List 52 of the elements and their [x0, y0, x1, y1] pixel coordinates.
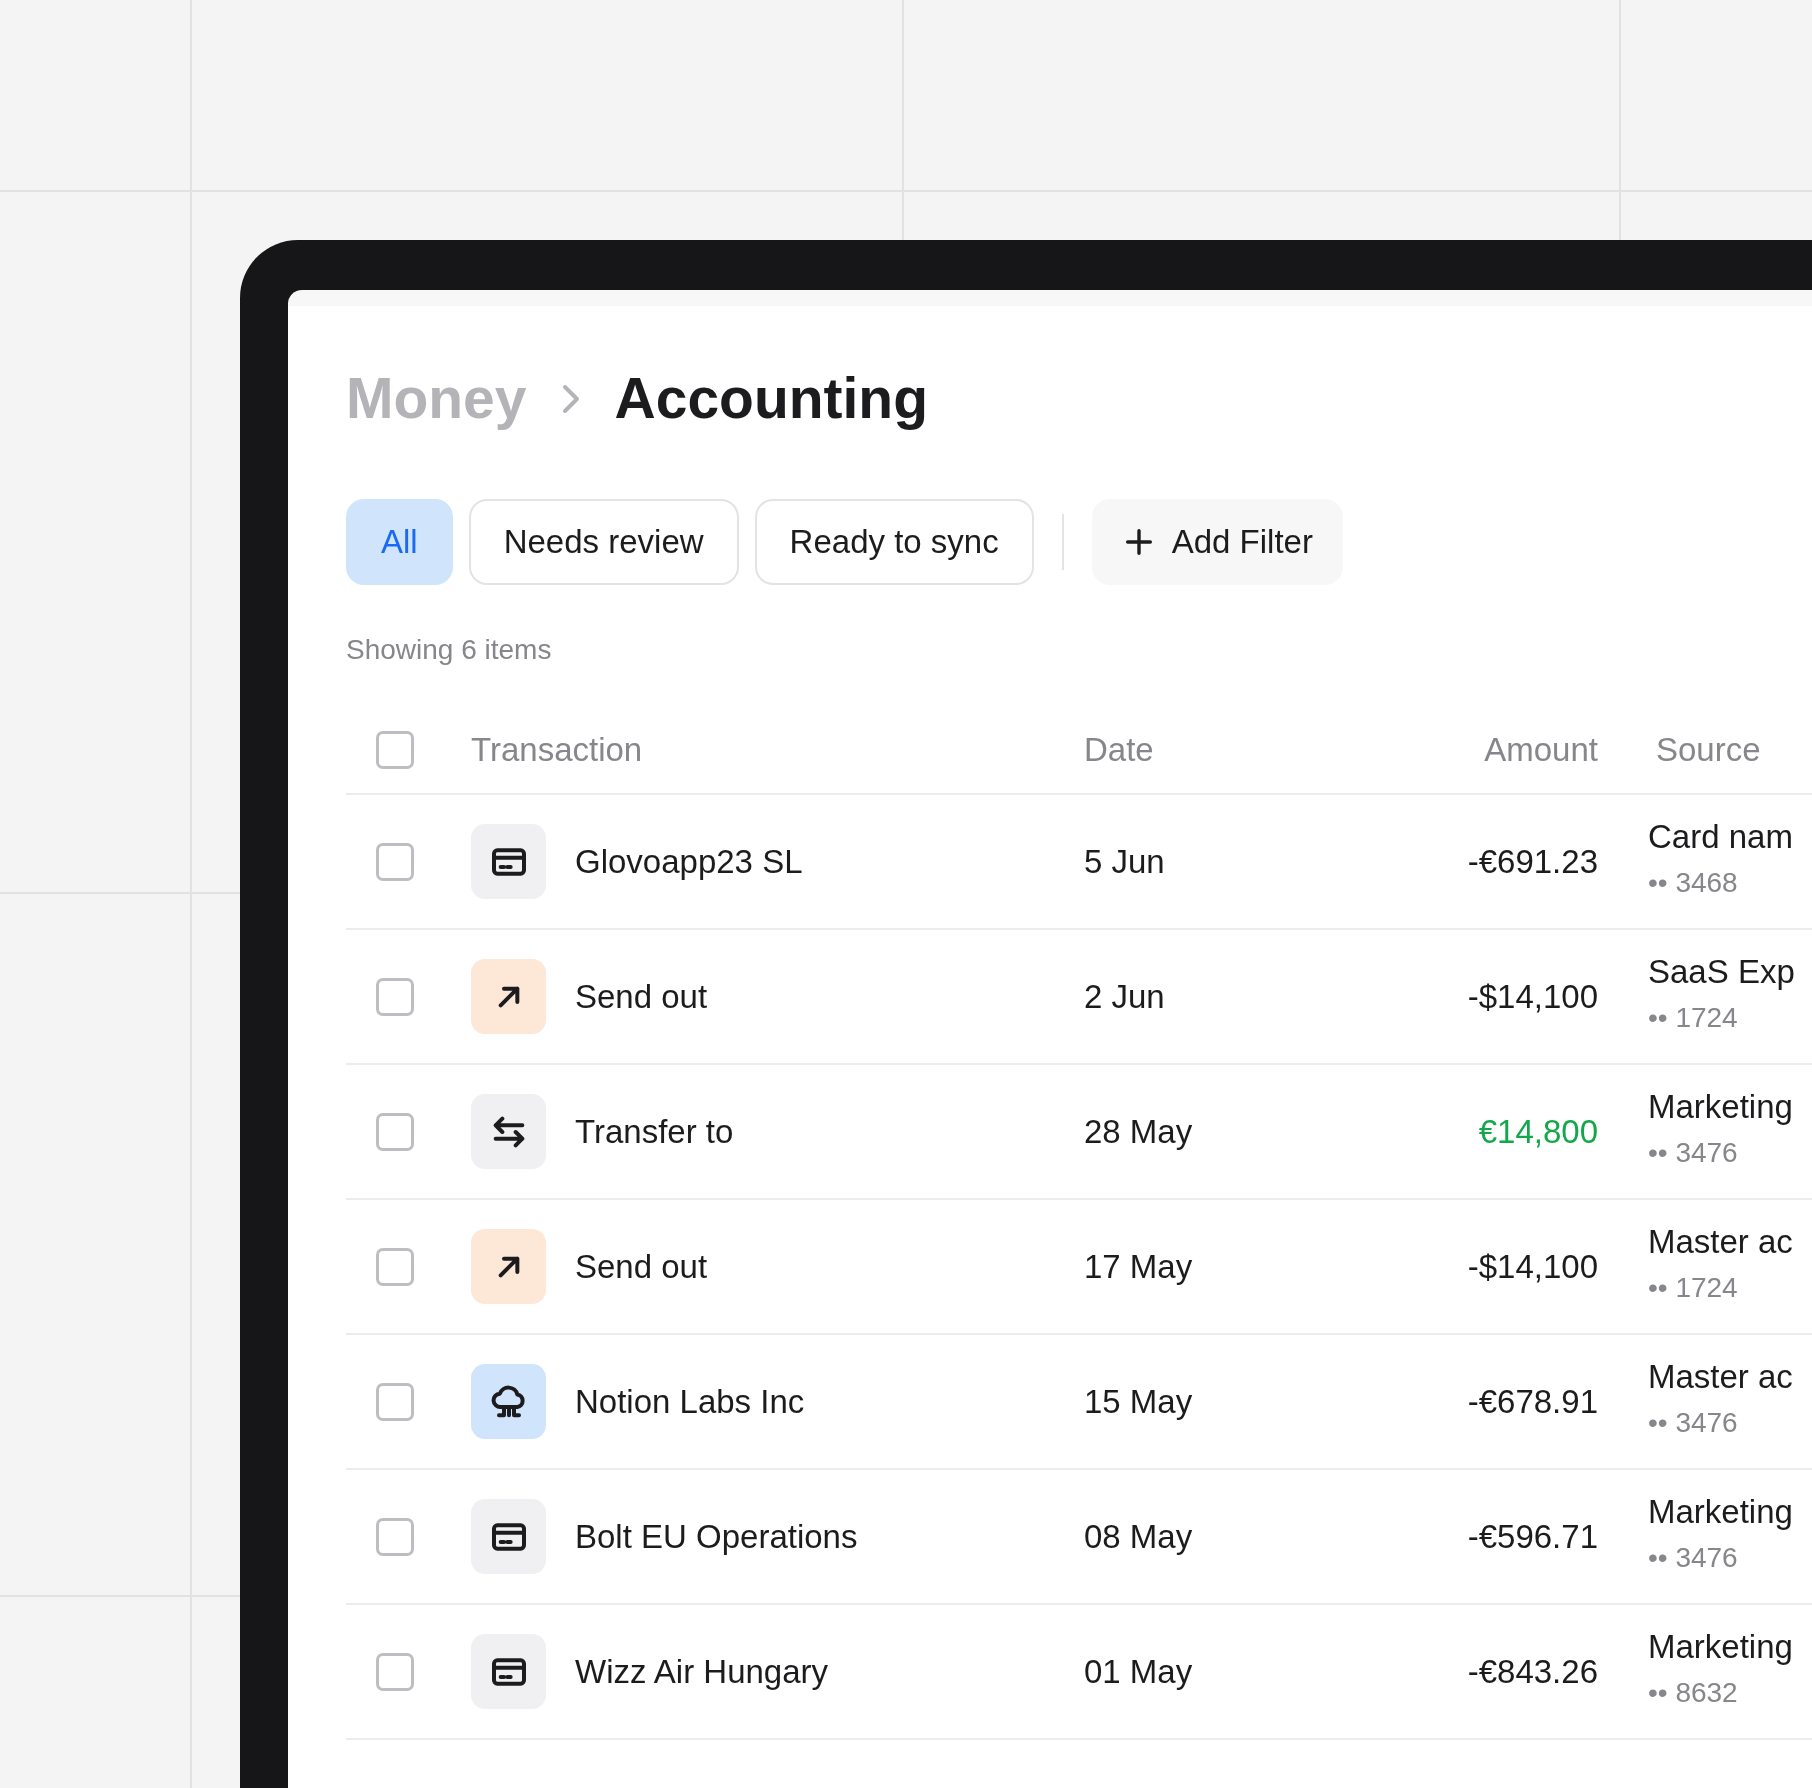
amount-text: -€596.71 — [1467, 1517, 1598, 1555]
transaction-name: Transfer to — [575, 1111, 734, 1152]
date-text: 5 Jun — [1084, 842, 1165, 880]
source-name: Marketing — [1648, 1492, 1794, 1531]
source-name: Master ac — [1648, 1357, 1794, 1396]
source-name: Master ac — [1648, 1222, 1794, 1261]
transaction-name: Send out — [575, 976, 708, 1017]
filter-tab[interactable]: All — [346, 499, 453, 585]
amount-text: -€843.26 — [1467, 1652, 1598, 1690]
source-name: Marketing — [1648, 1087, 1794, 1126]
date-text: 28 May — [1084, 1112, 1193, 1150]
checkbox[interactable] — [376, 1382, 414, 1421]
transaction-name: Notion Labs Inc — [575, 1381, 805, 1422]
column-header: Transaction — [471, 731, 643, 769]
column-header: Date — [1084, 731, 1154, 769]
account-number: •• 3476 — [1648, 1541, 1738, 1573]
checkbox[interactable] — [376, 1652, 414, 1691]
account-number: •• 3468 — [1648, 866, 1738, 898]
checkbox[interactable] — [376, 977, 414, 1016]
date-text: 01 May — [1084, 1652, 1193, 1690]
checkbox[interactable] — [376, 1112, 414, 1151]
account-number: •• 1724 — [1648, 1271, 1738, 1303]
amount-text: -$14,100 — [1467, 1247, 1598, 1285]
date-text: 17 May — [1084, 1247, 1193, 1285]
account-number: •• 8632 — [1648, 1676, 1738, 1708]
transaction-name: Send out — [575, 1246, 708, 1287]
filter-tab[interactable]: Ready to sync — [754, 499, 1034, 585]
amount-text: €14,800 — [1478, 1112, 1598, 1150]
amount-text: -€678.91 — [1467, 1382, 1598, 1420]
source-name: SaaS Exp — [1648, 952, 1796, 991]
checkbox[interactable] — [376, 842, 414, 881]
source-name: Card nam — [1648, 817, 1794, 856]
item-count: Showing 6 items — [346, 633, 553, 667]
transaction-name: Glovoapp23 SL — [575, 841, 803, 882]
column-header: Amount — [1484, 731, 1598, 769]
account-number: •• 1724 — [1648, 1001, 1738, 1033]
add-filter-button[interactable]: Add Filter — [1091, 499, 1343, 585]
transaction-name: Wizz Air Hungary — [575, 1651, 829, 1692]
amount-text: -$14,100 — [1467, 977, 1598, 1015]
date-text: 08 May — [1084, 1517, 1193, 1555]
account-number: •• 3476 — [1648, 1406, 1738, 1438]
checkbox[interactable] — [376, 731, 414, 769]
checkbox[interactable] — [376, 1247, 414, 1286]
date-text: 15 May — [1084, 1382, 1193, 1420]
checkbox[interactable] — [376, 1517, 414, 1556]
amount-text: -€691.23 — [1467, 842, 1598, 880]
date-text: 2 Jun — [1084, 977, 1165, 1015]
transaction-name: Bolt EU Operations — [575, 1516, 858, 1557]
filter-tab[interactable]: Needs review — [468, 499, 739, 585]
column-header: Source — [1656, 731, 1761, 769]
source-name: Marketing — [1648, 1627, 1794, 1666]
account-number: •• 3476 — [1648, 1136, 1738, 1168]
